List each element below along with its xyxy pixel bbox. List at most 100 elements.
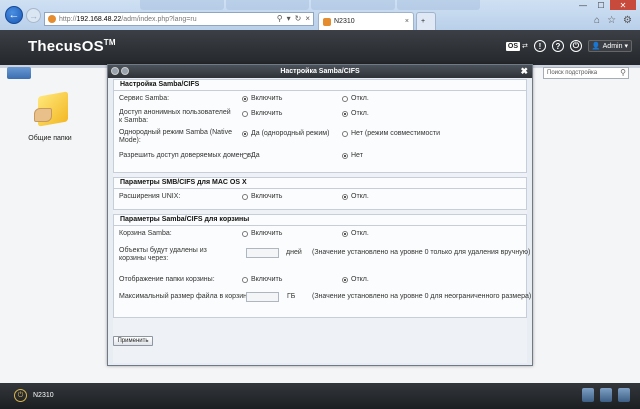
max-file-size-label: Максимальный размер файла в корзине: [119, 293, 253, 300]
arrow-right-icon: → [29, 10, 38, 21]
logo-trademark: TM [103, 38, 116, 47]
section-samba: Настройка Samba/CIFS Сервис Samba: Включ… [113, 79, 527, 173]
power-icon[interactable]: ⏻ [14, 389, 27, 402]
delete-after-label: Объекты будут удалены из корзины через: [119, 247, 207, 262]
search-icon[interactable]: ⚲ [277, 14, 283, 23]
unix-extensions-on-radio[interactable]: Включить [242, 193, 282, 200]
refresh-icon[interactable]: ↻ [295, 14, 302, 23]
anonymous-access-off-radio[interactable]: Откл. [342, 110, 369, 117]
os-update-button[interactable]: OS ⇄ [505, 41, 528, 51]
forward-button[interactable]: → [26, 8, 41, 23]
radio-unselected-icon [242, 276, 248, 283]
site-favicon-icon [48, 15, 56, 23]
dialog-titlebar[interactable]: Настройка Samba/CIFS ✖ [108, 65, 532, 78]
unix-extensions-off-radio[interactable]: Откл. [342, 193, 369, 200]
radio-unselected-icon [242, 230, 248, 237]
radio-label: Да [251, 152, 260, 159]
radio-label: Откл. [351, 95, 369, 102]
browser-toolbar-icons: ⌂ ☆ ⚙ [594, 15, 632, 26]
browser-tabstrip: ← → http:// 192.168.48.22 /adm/index.php… [0, 0, 640, 30]
samba-service-label: Сервис Samba: [119, 95, 170, 102]
app-header: ThecusOSTM OS ⇄ ! ? ⏻ 👤 Admin ▾ [0, 30, 640, 65]
taskbar-tray [582, 388, 630, 402]
trusted-domains-no-radio[interactable]: Нет [342, 152, 363, 159]
native-mode-no-radio[interactable]: Нет (режим совместимости [342, 130, 440, 137]
dialog-body: Настройка Samba/CIFS Сервис Samba: Включ… [113, 79, 531, 363]
shared-folders-label[interactable]: Общие папки [20, 135, 80, 142]
radio-label: Откл. [351, 276, 369, 283]
delete-after-note: (Значение установлено на уровне 0 только… [312, 249, 531, 256]
background-tab[interactable] [396, 0, 480, 10]
address-bar[interactable]: http:// 192.168.48.22 /adm/index.php?lan… [44, 12, 314, 26]
search-placeholder: Поиск подстройка [547, 70, 598, 76]
help-icon[interactable]: ? [551, 40, 564, 52]
tab-title: N2310 [334, 18, 355, 25]
anonymous-access-label: Доступ анонимных пользователей к Samba: [119, 109, 231, 124]
network-icon[interactable] [600, 388, 612, 402]
section-divider [114, 188, 526, 189]
samba-service-off-radio[interactable]: Откл. [342, 95, 369, 102]
window-controls: — ☐ ✕ [574, 0, 636, 10]
dialog-forward-icon[interactable] [121, 67, 129, 75]
taskbar: ⏻ N2310 [0, 383, 640, 409]
radio-label: Включить [251, 193, 283, 200]
native-mode-yes-radio[interactable]: Да (однородный режим) [242, 130, 329, 137]
section-recycle-bin: Параметры Samba/CIFS для корзины Корзина… [113, 214, 531, 318]
section-divider [114, 225, 526, 226]
samba-service-on-radio[interactable]: Включить [242, 95, 282, 102]
anonymous-access-on-radio[interactable]: Включить [242, 110, 282, 117]
arrows-icon: ⇄ [522, 43, 528, 50]
radio-selected-icon [342, 230, 348, 237]
monitor-icon[interactable] [618, 388, 630, 402]
storage-icon[interactable] [582, 388, 594, 402]
recycle-bin-on-radio[interactable]: Включить [242, 230, 282, 237]
radio-selected-icon [342, 152, 348, 159]
maximize-button[interactable]: ☐ [592, 0, 610, 10]
radio-selected-icon [342, 193, 348, 200]
show-recycle-folder-off-radio[interactable]: Откл. [342, 276, 369, 283]
recycle-bin-off-radio[interactable]: Откл. [342, 230, 369, 237]
tab-close-icon[interactable]: × [405, 18, 409, 25]
tab-favicon-icon [323, 17, 331, 26]
days-unit: дней [286, 249, 302, 256]
arrow-left-icon: ← [8, 9, 20, 21]
close-icon[interactable]: × [305, 14, 310, 23]
radio-label: Да (однородный режим) [251, 130, 330, 137]
star-icon[interactable]: ☆ [607, 15, 616, 26]
max-file-size-input[interactable]: 0 [246, 292, 279, 302]
gear-icon[interactable]: ⚙ [623, 15, 632, 26]
section-mac-osx: Параметры SMB/CIFS для MAC OS X Расширен… [113, 177, 527, 210]
device-name: N2310 [33, 392, 54, 399]
radio-label: Откл. [351, 230, 369, 237]
power-icon[interactable]: ⏻ [569, 40, 582, 52]
dropdown-icon[interactable]: ▾ [287, 14, 291, 23]
minimize-button[interactable]: — [574, 0, 592, 10]
apply-button[interactable]: Применить [113, 336, 153, 346]
tab-n2310[interactable]: N2310 × [318, 12, 414, 30]
alert-icon[interactable]: ! [533, 40, 546, 52]
os-badge: OS [505, 41, 521, 51]
show-recycle-folder-on-radio[interactable]: Включить [242, 276, 282, 283]
trusted-domains-yes-radio[interactable]: Да [242, 152, 260, 159]
background-tab[interactable] [140, 0, 224, 10]
radio-selected-icon [242, 95, 248, 102]
background-tab[interactable] [311, 0, 395, 10]
back-button[interactable]: ← [5, 6, 23, 24]
window-close-button[interactable]: ✕ [610, 0, 636, 10]
launcher-tab-icon[interactable] [7, 67, 31, 79]
user-icon: 👤 [591, 43, 601, 50]
radio-label: Откл. [351, 193, 369, 200]
user-menu-button[interactable]: 👤 Admin ▾ [587, 40, 632, 52]
shared-folders-icon[interactable] [34, 91, 70, 128]
radio-unselected-icon [342, 130, 348, 137]
search-icon[interactable]: ⚲ [620, 68, 626, 77]
home-icon[interactable]: ⌂ [594, 15, 600, 26]
background-tab[interactable] [225, 0, 309, 10]
dialog-back-icon[interactable] [111, 67, 119, 75]
new-tab-button[interactable]: + [416, 12, 436, 30]
delete-after-days-input[interactable]: 0 [246, 248, 279, 258]
section-divider [114, 90, 526, 91]
settings-search-input[interactable]: Поиск подстройка ⚲ [543, 67, 629, 79]
dialog-close-icon[interactable]: ✖ [520, 66, 528, 77]
radio-unselected-icon [242, 152, 248, 159]
